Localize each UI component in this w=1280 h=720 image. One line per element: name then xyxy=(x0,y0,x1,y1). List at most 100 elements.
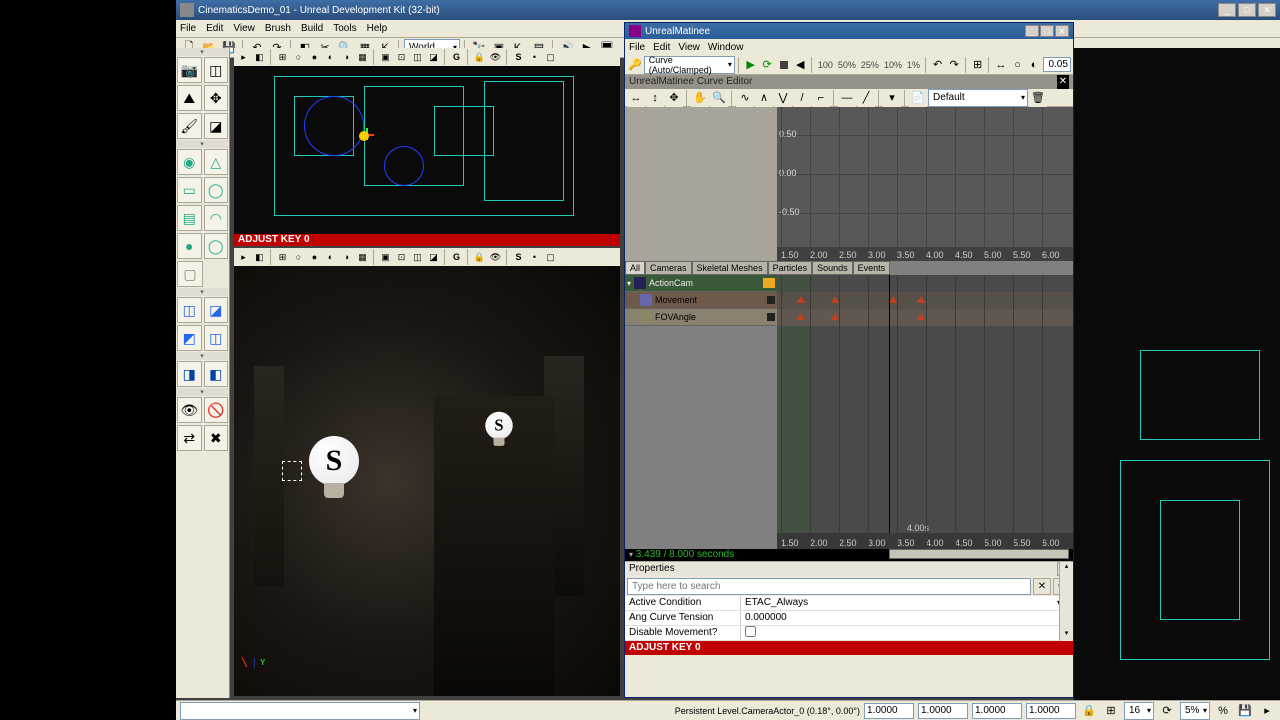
vp-max-icon[interactable]: ▢ xyxy=(543,50,558,65)
properties-search-input[interactable] xyxy=(627,578,1031,595)
minimize-button[interactable]: _ xyxy=(1218,3,1236,17)
brush-sphere-icon[interactable]: ● xyxy=(177,233,202,259)
light-actor-large[interactable]: S xyxy=(304,436,364,506)
vp-persp-icon[interactable]: ▣ xyxy=(378,50,393,65)
timeline-scrollbar[interactable] xyxy=(889,549,1069,559)
snap-icon[interactable]: ⊞ xyxy=(970,56,986,74)
fit-sel-icon[interactable]: ◐ xyxy=(1026,56,1042,74)
status-grid-icon[interactable]: ⊞ xyxy=(1102,702,1120,720)
status-rot-icon[interactable]: ⟳ xyxy=(1158,702,1176,720)
vp-lock-icon[interactable]: 🔒 xyxy=(472,50,487,65)
speed-10[interactable]: 10% xyxy=(882,60,904,70)
csg-add-icon[interactable]: ◫ xyxy=(177,297,202,323)
curve-tab-new-icon[interactable]: 📄 xyxy=(909,89,927,107)
vp3d-front-icon[interactable]: ◫ xyxy=(410,250,425,265)
tab-skeletal[interactable]: Skeletal Meshes xyxy=(692,261,768,275)
prop-disable-movement-checkbox[interactable] xyxy=(745,626,756,637)
undo2-icon[interactable]: ↶ xyxy=(930,56,946,74)
status-lock-icon[interactable]: 🔒 xyxy=(1080,702,1098,720)
vp3d-persp-icon[interactable]: ▣ xyxy=(378,250,393,265)
vp3d-detail-icon[interactable]: ◐ xyxy=(323,250,338,265)
menu-brush[interactable]: Brush xyxy=(265,23,291,34)
add-key-icon[interactable]: 🔑 xyxy=(627,56,643,74)
vp3d-tex-density-icon[interactable]: ▦ xyxy=(355,250,370,265)
vp3d-s-icon[interactable]: S xyxy=(511,250,526,265)
rotation-grid-dropdown[interactable]: 5% xyxy=(1180,702,1210,720)
curve-x-ruler[interactable]: 1.502.002.503.003.504.004.505.005.506.00 xyxy=(777,247,1073,261)
curve-user-icon[interactable]: ∧ xyxy=(755,89,773,107)
viewport-perspective[interactable]: ▸ ◧ ⊞ ○ ● ◐ ◑ ▦ ▣ ⊡ ◫ ◪ G 🔒 👁 S • ▢ Unre… xyxy=(234,248,620,696)
brush-cube-icon[interactable]: ◉ xyxy=(177,149,202,175)
vp-streaming-icon[interactable]: ◧ xyxy=(252,50,267,65)
vp-wire-icon[interactable]: ⊞ xyxy=(275,50,290,65)
vp3d-game-icon[interactable]: G xyxy=(449,250,464,265)
vp3d-eye-icon[interactable]: 👁 xyxy=(488,250,503,265)
mesh-paint-icon[interactable]: ◪ xyxy=(204,113,229,139)
viewport-top-ortho[interactable]: ▸ ◧ ⊞ ○ ● ◐ ◑ ▦ ▣ ⊡ ◫ ◪ G 🔒 👁 S • ▢ ADJU… xyxy=(234,48,620,246)
curve-pan-icon[interactable]: ✋ xyxy=(691,89,709,107)
special-add-icon[interactable]: ◨ xyxy=(177,361,202,387)
stop-icon[interactable] xyxy=(776,56,792,74)
select-invert-icon[interactable]: ⇄ xyxy=(177,425,202,451)
vp3d-lock-icon[interactable]: 🔒 xyxy=(472,250,487,265)
tab-cameras[interactable]: Cameras xyxy=(645,261,692,275)
geometry-mode-icon[interactable]: ◫ xyxy=(204,57,229,83)
playhead[interactable] xyxy=(889,275,890,549)
vp3d-light-complex-icon[interactable]: ◑ xyxy=(339,250,354,265)
vp-realtime-icon[interactable]: ▸ xyxy=(236,50,251,65)
speed-1[interactable]: 1% xyxy=(905,60,922,70)
curve-fit-v-icon[interactable]: ↕ xyxy=(646,89,664,107)
status-push-icon[interactable]: ▸ xyxy=(1258,702,1276,720)
status-dropdown[interactable] xyxy=(180,702,420,720)
toolbox-sep4[interactable]: ▾ xyxy=(176,388,228,396)
redo2-icon[interactable]: ↷ xyxy=(946,56,962,74)
vp-dot-icon[interactable]: • xyxy=(527,50,542,65)
director-icon[interactable] xyxy=(763,278,775,288)
prop-active-condition-value[interactable]: ETAC_Always xyxy=(745,597,808,608)
vp3d-realtime-icon[interactable]: ▸ xyxy=(236,250,251,265)
menu-edit[interactable]: Edit xyxy=(206,23,223,34)
vp-front-icon[interactable]: ◫ xyxy=(410,50,425,65)
prop-ang-curve-value[interactable]: 0.000000 xyxy=(741,611,1073,625)
camera-mode-icon[interactable]: 📷 xyxy=(177,57,202,83)
vp3d-streaming-icon[interactable]: ◧ xyxy=(252,250,267,265)
wireframe-canvas[interactable] xyxy=(234,66,620,234)
curve-zoom-icon[interactable]: 🔍 xyxy=(710,89,728,107)
curve-const-icon[interactable]: ⌐ xyxy=(812,89,830,107)
menu-file[interactable]: File xyxy=(180,23,196,34)
camera-actor-icon[interactable] xyxy=(282,461,302,481)
tab-events[interactable]: Events xyxy=(853,261,891,275)
select-none-icon[interactable]: ✖ xyxy=(204,425,229,451)
tab-sounds[interactable]: Sounds xyxy=(812,261,853,275)
status-num-1[interactable]: 1.0000 xyxy=(864,703,914,719)
tab-particles[interactable]: Particles xyxy=(768,261,813,275)
brush-volume-icon[interactable]: ▢ xyxy=(177,261,203,287)
curve-fit-all-icon[interactable]: ✥ xyxy=(665,89,683,107)
speed-50[interactable]: 50% xyxy=(836,60,858,70)
matinee-menu-window[interactable]: Window xyxy=(708,42,744,53)
vp-light-complex-icon[interactable]: ◑ xyxy=(339,50,354,65)
vp-lock2-icon[interactable]: 👁 xyxy=(488,50,503,65)
status-num-4[interactable]: 1.0000 xyxy=(1026,703,1076,719)
maximize-button[interactable]: □ xyxy=(1238,3,1256,17)
matinee-maximize-button[interactable]: □ xyxy=(1040,25,1054,37)
curve-toggle-icon-2[interactable] xyxy=(767,313,775,321)
speed-100[interactable]: 100 xyxy=(816,60,835,70)
menu-view[interactable]: View xyxy=(233,23,255,34)
drag-grid-dropdown[interactable]: 16 xyxy=(1124,702,1154,720)
curve-straighten-icon[interactable]: ╱ xyxy=(857,89,875,107)
status-autosave-icon[interactable]: 💾 xyxy=(1236,702,1254,720)
curve-fit-h-icon[interactable]: ↔ xyxy=(627,89,645,107)
brush-cone-icon[interactable]: △ xyxy=(204,149,229,175)
status-num-3[interactable]: 1.0000 xyxy=(972,703,1022,719)
matinee-window[interactable]: UnrealMatinee _ □ ✕ File Edit View Windo… xyxy=(624,22,1074,698)
csg-intersect-icon[interactable]: ◩ xyxy=(177,325,202,351)
vp3d-max-icon[interactable]: ▢ xyxy=(543,250,558,265)
curve-auto-icon[interactable]: ∿ xyxy=(736,89,754,107)
vp3d-top-icon[interactable]: ⊡ xyxy=(394,250,409,265)
matinee-titlebar[interactable]: UnrealMatinee _ □ ✕ xyxy=(625,23,1073,39)
reverse-icon[interactable]: ◀ xyxy=(792,56,808,74)
snap-value[interactable]: 0.05 xyxy=(1043,57,1071,72)
track-movement[interactable]: Movement xyxy=(625,292,777,309)
timeline-canvas[interactable]: 4.00s 1.502.002.503.003.504.004.505.005.… xyxy=(777,275,1073,549)
